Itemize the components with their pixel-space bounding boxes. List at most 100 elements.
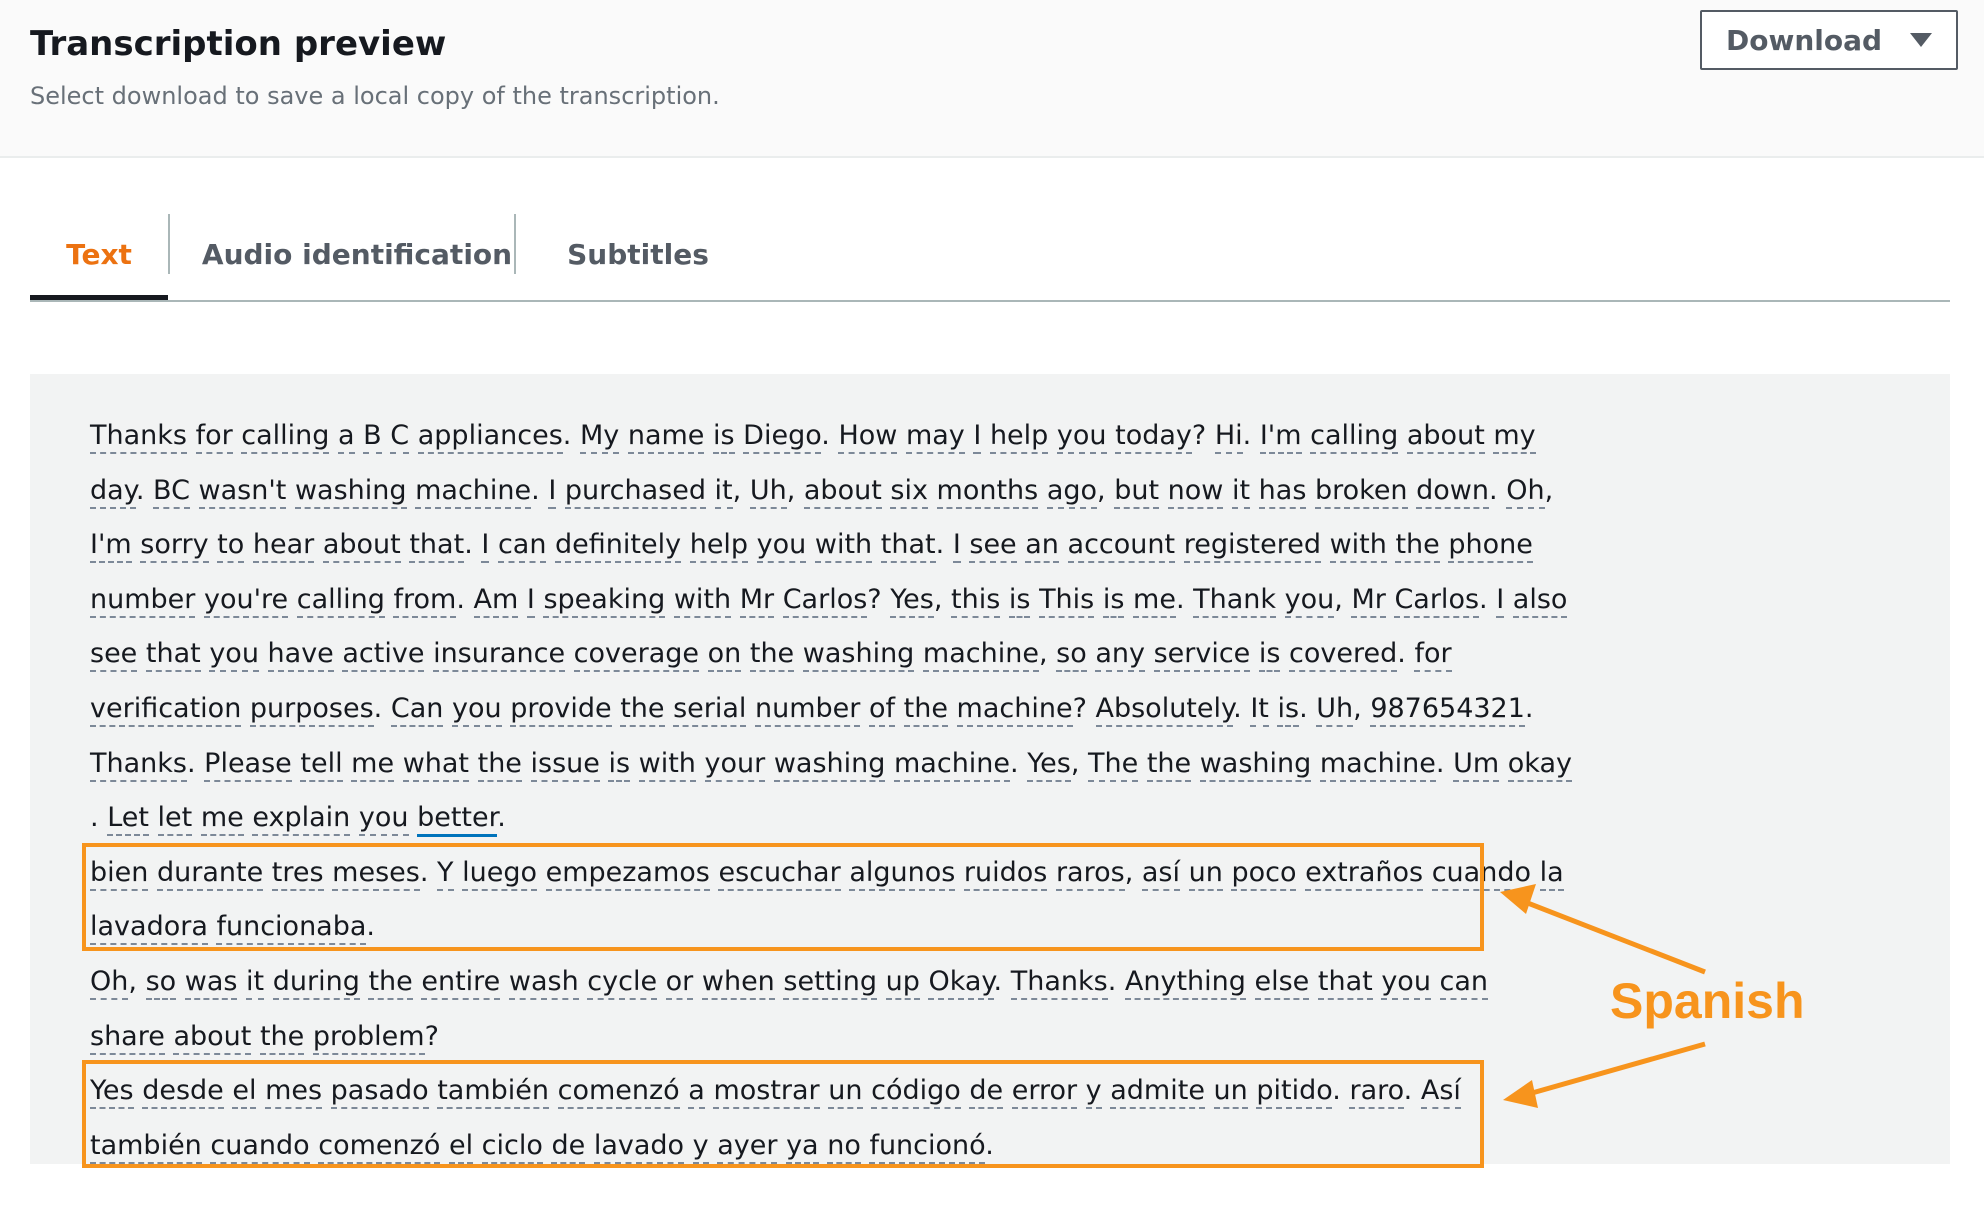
transcript-word[interactable]: for xyxy=(1414,638,1452,673)
transcript-word[interactable]: about xyxy=(173,1020,252,1055)
transcript-word[interactable]: entire xyxy=(421,966,501,1000)
transcript-word[interactable]: for xyxy=(195,420,233,454)
transcript-word[interactable]: the xyxy=(1146,747,1192,782)
transcript-word[interactable]: was xyxy=(184,966,238,1000)
transcript-word[interactable]: that xyxy=(1317,966,1373,1000)
transcript-word[interactable]: Yes xyxy=(1027,747,1071,782)
transcript-word[interactable]: you xyxy=(209,638,259,673)
transcript-word[interactable]: down xyxy=(1416,474,1489,509)
transcript-word[interactable]: six xyxy=(890,474,928,509)
transcript-word[interactable]: you xyxy=(1284,583,1335,618)
transcript-word[interactable]: washing xyxy=(802,638,915,673)
transcript-word[interactable]: has xyxy=(1258,474,1307,509)
transcript-word[interactable]: me xyxy=(351,747,395,782)
transcript-word[interactable]: Carlos xyxy=(1394,583,1480,618)
transcript-word[interactable]: I xyxy=(548,474,557,509)
transcript-word[interactable]: Yes xyxy=(890,583,934,618)
transcript-word[interactable]: me xyxy=(1133,583,1176,618)
transcript-word[interactable]: you xyxy=(358,802,409,837)
transcript-word[interactable]: you xyxy=(1056,420,1107,454)
transcript-word[interactable]: about xyxy=(1406,420,1485,454)
transcript-word[interactable]: is xyxy=(1008,583,1031,618)
transcript-word[interactable]: see xyxy=(969,529,1017,564)
transcript-word[interactable]: ago xyxy=(1046,474,1098,509)
transcript-word[interactable]: Anything xyxy=(1124,966,1246,1000)
transcript-word[interactable]: I xyxy=(973,420,982,454)
transcript-word[interactable]: number xyxy=(90,583,196,618)
transcript-word[interactable]: can xyxy=(1439,966,1489,1000)
transcript-word[interactable]: name xyxy=(627,420,705,454)
transcript-word[interactable]: active xyxy=(342,638,425,673)
transcript-word[interactable]: Thanks xyxy=(90,420,187,454)
transcript-word[interactable]: machine xyxy=(894,747,1011,782)
transcript-word[interactable]: let xyxy=(157,802,193,837)
transcript-word[interactable]: wasn't xyxy=(198,474,287,509)
transcript-word[interactable]: can xyxy=(497,529,547,564)
transcript-word[interactable]: else xyxy=(1254,966,1310,1000)
transcript-word[interactable]: Hi xyxy=(1214,420,1243,454)
transcript-word[interactable]: B xyxy=(363,420,382,454)
transcript-word[interactable]: number xyxy=(755,693,861,727)
transcript-word[interactable]: washing xyxy=(773,747,886,782)
transcript-word[interactable]: explain xyxy=(252,802,351,837)
transcript-word[interactable]: it xyxy=(1231,474,1251,509)
transcript-word[interactable]: of xyxy=(869,693,896,727)
transcript-word[interactable]: machine xyxy=(1319,747,1436,782)
transcript-word[interactable]: Thanks xyxy=(1010,966,1108,1000)
transcript-word[interactable]: Thank xyxy=(1193,583,1277,618)
transcript-word[interactable]: Mr xyxy=(1351,583,1386,618)
transcript-word[interactable]: it xyxy=(246,966,265,1000)
transcript-word[interactable]: Can xyxy=(390,693,444,727)
transcript-word[interactable]: it xyxy=(714,474,733,509)
transcript-word[interactable]: have xyxy=(267,638,334,673)
transcript-word[interactable]: okay xyxy=(1507,747,1572,782)
transcript-word[interactable]: may xyxy=(905,420,965,454)
transcript-word[interactable]: about xyxy=(322,529,401,564)
transcript-word[interactable]: setting xyxy=(783,966,877,1000)
transcript-word[interactable]: How xyxy=(838,420,898,454)
transcript-word[interactable]: phone xyxy=(1448,529,1533,564)
transcript-word[interactable]: Diego xyxy=(743,420,822,454)
transcript-word[interactable]: now xyxy=(1167,474,1224,509)
transcript-word[interactable]: when xyxy=(701,966,775,1000)
transcript-word[interactable]: tell xyxy=(300,747,343,782)
transcript-word[interactable]: machine xyxy=(415,474,532,509)
transcript-word[interactable]: share xyxy=(90,1020,165,1055)
transcript-word[interactable]: The xyxy=(1088,747,1139,782)
transcript-word[interactable]: is xyxy=(1102,583,1125,618)
transcript-word[interactable]: Let xyxy=(107,802,149,837)
transcript-word[interactable]: see xyxy=(90,638,138,673)
transcript-word[interactable]: day xyxy=(90,474,136,509)
transcript-word[interactable]: calling xyxy=(1310,420,1399,454)
transcript-word[interactable]: Absolutely xyxy=(1095,693,1234,727)
transcript-word[interactable]: 987654321 xyxy=(1370,693,1525,727)
transcript-word[interactable]: I xyxy=(952,529,961,564)
transcript-word[interactable]: is xyxy=(608,747,631,782)
transcript-word[interactable]: broken xyxy=(1314,474,1408,509)
transcript-word[interactable]: Oh xyxy=(1506,474,1545,509)
transcript-word[interactable]: the xyxy=(259,1020,305,1055)
transcript-word[interactable]: the xyxy=(620,693,665,727)
transcript-word[interactable]: definitely xyxy=(555,529,682,564)
transcript-word[interactable]: Carlos xyxy=(782,583,868,618)
transcript-word[interactable]: you xyxy=(1381,966,1431,1000)
transcript-word[interactable]: serial xyxy=(673,693,747,727)
transcript-word[interactable]: help xyxy=(989,420,1049,454)
tab-subtitles[interactable]: Subtitles xyxy=(516,210,760,298)
transcript-word[interactable]: I xyxy=(481,529,490,564)
transcript-word[interactable]: you're xyxy=(203,583,289,618)
transcript-word[interactable]: better xyxy=(417,802,498,838)
transcript-word[interactable]: is xyxy=(713,420,735,454)
download-button[interactable]: Download xyxy=(1700,10,1958,70)
transcript-word[interactable]: so xyxy=(145,966,177,1000)
transcript-word[interactable]: I xyxy=(1496,583,1505,618)
transcript-word[interactable]: with xyxy=(814,529,873,564)
transcript-word[interactable]: help xyxy=(689,529,749,564)
transcript-word[interactable]: It xyxy=(1250,693,1269,727)
transcript-word[interactable]: Uh xyxy=(749,474,787,509)
transcript-word[interactable]: that xyxy=(880,529,936,564)
transcript-word[interactable]: washing xyxy=(294,474,407,509)
transcript-word[interactable]: machine xyxy=(956,693,1073,727)
transcript-word[interactable]: problem xyxy=(312,1020,425,1055)
transcript-word[interactable]: me xyxy=(200,802,244,837)
